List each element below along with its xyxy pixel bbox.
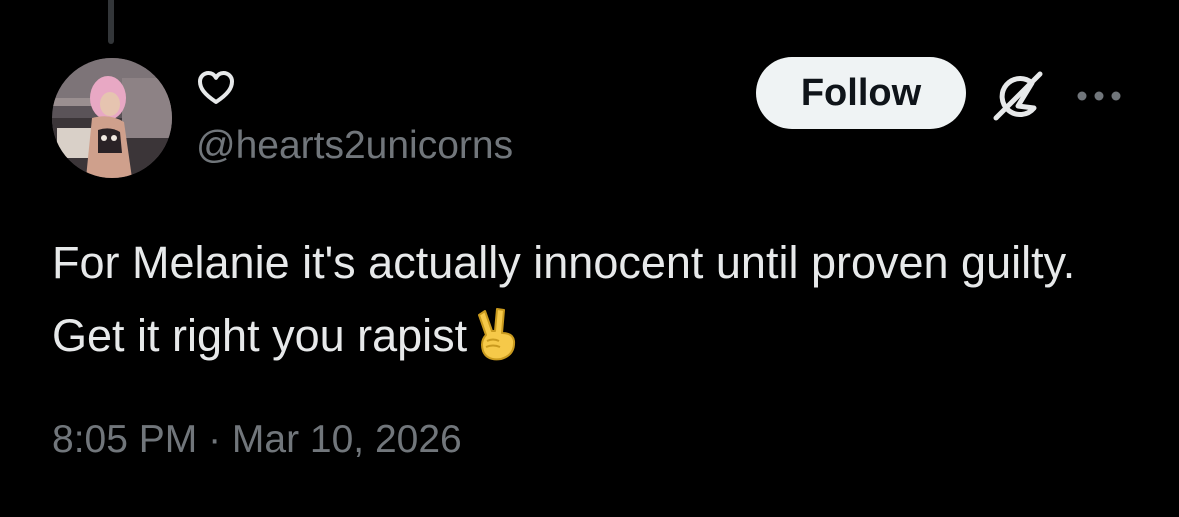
- tweet-text: For Melanie it's actually innocent until…: [52, 226, 1142, 382]
- heart-outline-icon: [198, 71, 234, 104]
- grok-icon[interactable]: [988, 66, 1048, 126]
- display-name[interactable]: [196, 68, 236, 108]
- follow-button[interactable]: Follow: [756, 57, 966, 129]
- user-handle[interactable]: @hearts2unicorns: [196, 122, 513, 170]
- tweet-time: 8:05 PM: [52, 418, 198, 461]
- tweet-date: Mar 10, 2026: [231, 418, 462, 461]
- timestamp-separator: ·: [197, 418, 232, 461]
- thread-connector-line: [108, 0, 114, 44]
- avatar[interactable]: [52, 58, 172, 178]
- tweet-timestamp[interactable]: 8:05 PM · Mar 10, 2026: [52, 416, 462, 464]
- tweet-text-content: For Melanie it's actually innocent until…: [52, 237, 1076, 361]
- avatar-image: [52, 58, 172, 178]
- more-options-icon[interactable]: [1074, 84, 1124, 108]
- victory-hand-emoji: [475, 307, 521, 382]
